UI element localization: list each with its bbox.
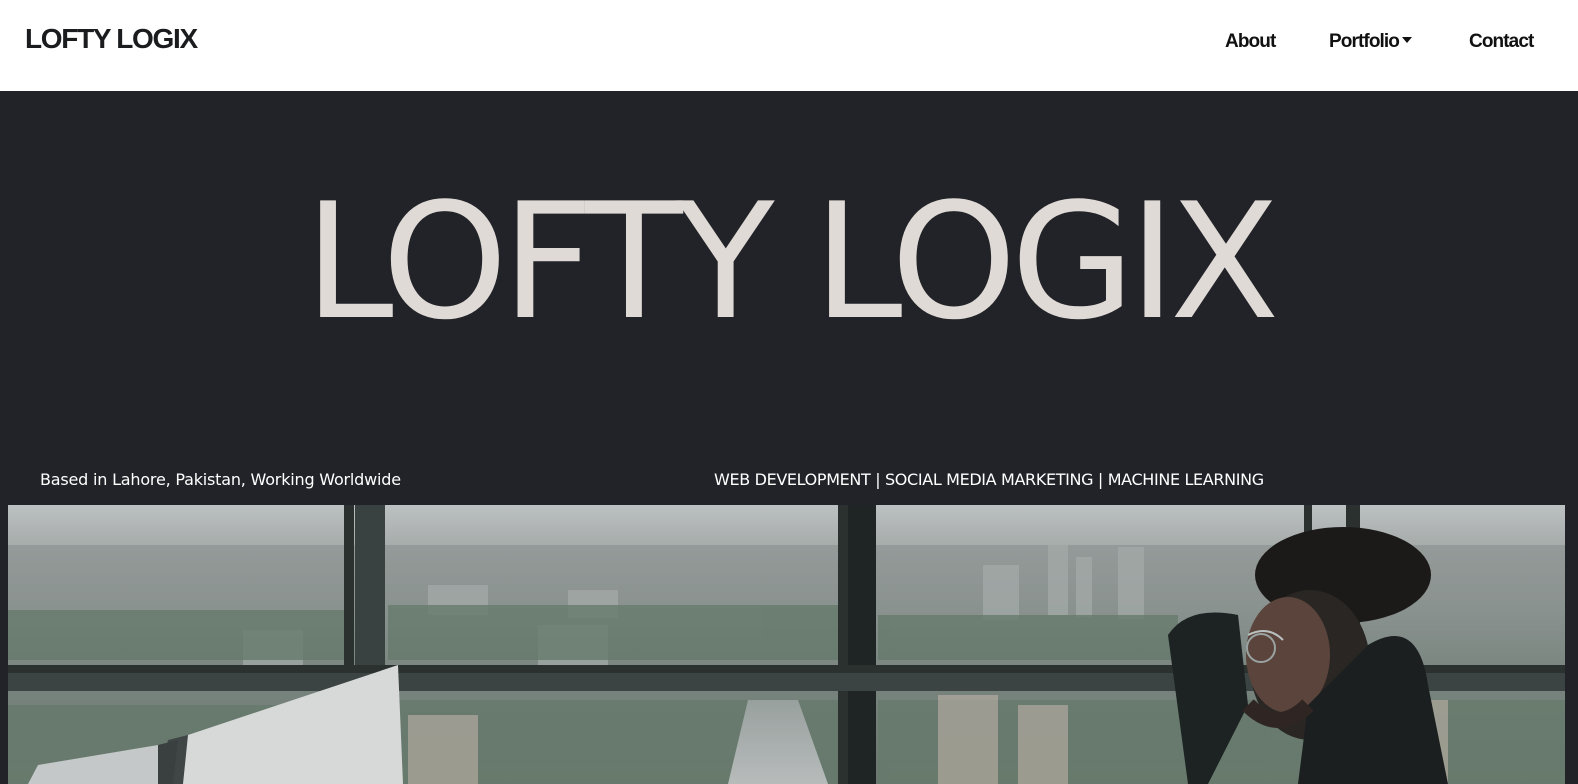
hero-location-text: Based in Lahore, Pakistan, Working World… <box>40 470 401 489</box>
nav-link-contact[interactable]: Contact <box>1469 30 1534 54</box>
nav-portfolio-label: Portfolio <box>1329 31 1400 52</box>
caret-down-icon <box>1402 37 1412 43</box>
nav-link-about[interactable]: About <box>1225 30 1276 54</box>
hero-services-text: WEB DEVELOPMENT | SOCIAL MEDIA MARKETING… <box>714 470 1264 489</box>
nav-link-portfolio[interactable]: Portfolio <box>1329 30 1412 54</box>
nav-about-label: About <box>1225 31 1276 52</box>
brand-logo[interactable]: LOFTY LOGIX <box>25 22 198 56</box>
nav-contact-label: Contact <box>1469 31 1534 52</box>
hero-photo <box>8 505 1565 784</box>
navbar: LOFTY LOGIX About Portfolio Contact <box>0 0 1578 91</box>
hero-title: LOFTY LOGIX <box>304 168 1279 355</box>
